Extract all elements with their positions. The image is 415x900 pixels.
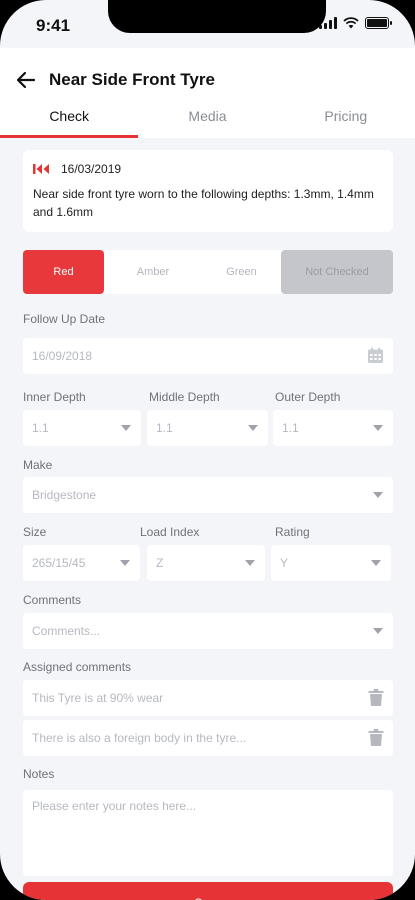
chevron-down-icon [121,425,131,431]
make-value: Bridgestone [32,488,97,502]
trash-icon[interactable] [368,689,384,706]
chevron-down-icon [120,560,130,566]
battery-icon [365,17,392,29]
chevron-down-icon [373,492,383,498]
rating-label: Rating [275,525,310,539]
chevron-down-icon [373,425,383,431]
notes-textarea[interactable]: Please enter your notes here... [23,790,393,876]
middle-depth-select[interactable]: 1.1 [147,410,268,446]
rating-select[interactable]: Y [271,545,391,581]
load-index-value: Z [156,556,164,570]
follow-up-date-label: Follow Up Date [23,312,106,326]
history-description: Near side front tyre worn to the followi… [33,187,374,219]
tab-media[interactable]: Media [138,104,276,138]
outer-depth-value: 1.1 [282,421,299,435]
tab-check[interactable]: Check [0,104,139,138]
history-date: 16/03/2019 [61,162,122,176]
notch [108,0,326,33]
middle-depth-label: Middle Depth [149,390,220,404]
notes-placeholder: Please enter your notes here... [32,799,197,813]
comments-label: Comments [23,593,82,607]
save-button[interactable]: Save [23,882,393,900]
page-title: Near Side Front Tyre [49,70,215,89]
chevron-down-icon [373,628,383,634]
assigned-comment-text: This Tyre is at 90% wear [32,691,164,705]
comments-placeholder: Comments... [32,624,101,638]
signal-icon [319,17,337,29]
condition-amber-button[interactable]: Amber [104,250,202,294]
load-index-select[interactable]: Z [147,545,265,581]
trash-icon[interactable] [368,729,384,746]
assigned-comment-item: This Tyre is at 90% wear [23,680,393,716]
chevron-down-icon [245,560,255,566]
chevron-down-icon [371,560,381,566]
condition-not-checked-button[interactable]: Not Checked [281,250,393,294]
size-value: 265/15/45 [32,556,86,570]
condition-selector: Red Amber Green Not Checked [23,250,393,294]
comments-select[interactable]: Comments... [23,613,393,649]
make-label: Make [23,458,53,472]
back-arrow-icon[interactable] [14,68,38,92]
condition-green-button[interactable]: Green [202,250,281,294]
follow-up-date-field[interactable]: 16/09/2018 [23,338,393,374]
follow-up-date-value: 16/09/2018 [32,349,93,363]
rating-value: Y [280,556,289,570]
chevron-down-icon [248,425,258,431]
size-select[interactable]: 265/15/45 [23,545,140,581]
middle-depth-value: 1.1 [156,421,173,435]
status-time: 9:41 [36,16,71,35]
inner-depth-label: Inner Depth [23,390,86,404]
condition-red-button[interactable]: Red [23,250,104,294]
assigned-comment-text: There is also a foreign body in the tyre… [32,731,247,745]
status-icons [319,17,392,29]
load-index-label: Load Index [140,525,200,539]
outer-depth-select[interactable]: 1.1 [273,410,393,446]
assigned-comment-item: There is also a foreign body in the tyre… [23,720,393,756]
calendar-icon[interactable] [367,347,384,364]
inner-depth-value: 1.1 [32,421,49,435]
tab-pricing[interactable]: Pricing [277,104,415,138]
assigned-comments-label: Assigned comments [23,660,132,674]
app-header: Near Side Front Tyre Check Media Pricing [0,48,415,138]
phone-screen: 9:41 Near Side Front Tyre Check Media Pr… [0,0,415,900]
notes-label: Notes [23,767,55,781]
outer-depth-label: Outer Depth [275,390,341,404]
make-select[interactable]: Bridgestone [23,477,393,513]
red-status-icon [33,164,49,174]
tab-bar: Check Media Pricing [0,104,415,138]
inner-depth-select[interactable]: 1.1 [23,410,141,446]
wifi-icon [343,17,359,29]
size-label: Size [23,525,47,539]
history-card: 16/03/2019 Near side front tyre worn to … [23,150,393,232]
